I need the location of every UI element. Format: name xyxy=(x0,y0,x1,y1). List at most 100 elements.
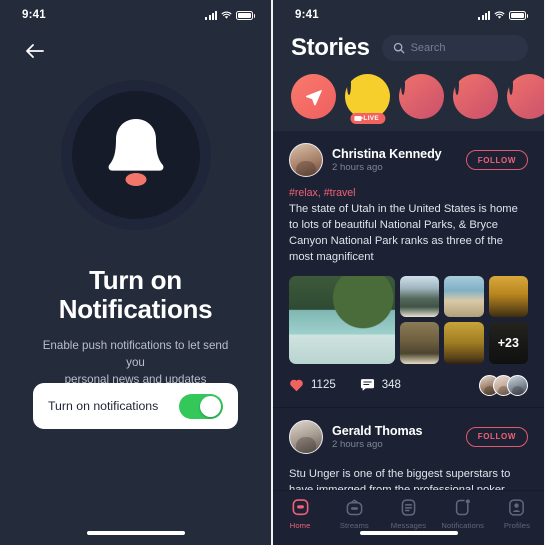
bell-inner-circle xyxy=(71,91,200,219)
gallery-image-thumb[interactable] xyxy=(400,275,440,318)
search-icon xyxy=(393,42,405,54)
story-ring xyxy=(453,74,498,119)
like-action[interactable]: 1125 xyxy=(289,378,336,392)
nav-item-messages[interactable]: Messages xyxy=(381,498,435,530)
home-indicator xyxy=(86,531,185,535)
post-hashtags[interactable]: #relax, #travel xyxy=(289,187,528,199)
post-author-name: Christina Kennedy xyxy=(332,147,442,161)
post-header: Gerald Thomas 2 hours ago FOLLOW xyxy=(289,419,528,454)
message-document-icon xyxy=(401,499,416,516)
arrow-left-icon xyxy=(26,44,44,58)
toggle-knob xyxy=(200,395,221,417)
bell-outer-circle xyxy=(60,80,211,230)
avatar[interactable] xyxy=(289,143,323,177)
status-time: 9:41 xyxy=(295,9,319,21)
post-timestamp: 2 hours ago xyxy=(332,438,383,450)
post-image-gallery[interactable]: +23 xyxy=(289,275,528,364)
turn-on-notifications-row[interactable]: Turn on notifications xyxy=(33,383,238,429)
status-time: 9:41 xyxy=(22,9,46,21)
story-live-user[interactable]: LIVE xyxy=(345,74,390,124)
gallery-image-more[interactable]: +23 xyxy=(488,322,528,364)
subtitle-line-1: Enable push notifications to let send yo… xyxy=(42,339,229,370)
follow-button[interactable]: FOLLOW xyxy=(465,426,528,447)
bell-icon xyxy=(108,119,163,186)
phone-screen-stories-feed: 9:41 Stories Search LIVE Christina Kenne… xyxy=(273,0,544,545)
nav-label-notifications: Notifications xyxy=(441,521,485,530)
story-ring xyxy=(507,74,544,119)
headline-line-1: Turn on xyxy=(89,265,182,295)
person-square-icon xyxy=(509,499,525,516)
gallery-image-main[interactable] xyxy=(289,275,395,364)
back-button[interactable] xyxy=(22,38,48,64)
bell-illustration xyxy=(0,80,271,230)
bell-outline-icon xyxy=(456,499,471,516)
page-title: Turn on Notifications xyxy=(0,265,271,325)
live-badge-label: LIVE xyxy=(363,115,380,122)
video-camera-icon xyxy=(353,116,364,121)
nav-item-profiles[interactable]: Profiles xyxy=(490,498,544,530)
avatar xyxy=(347,74,351,95)
nav-label-profiles: Profiles xyxy=(503,521,530,530)
status-bar: 9:41 xyxy=(0,0,271,30)
comment-action[interactable]: 348 xyxy=(360,378,401,392)
avatar xyxy=(507,374,528,396)
search-placeholder: Search xyxy=(410,42,446,54)
page-subtitle: Enable push notifications to let send yo… xyxy=(0,338,271,388)
post-author-meta: Gerald Thomas 2 hours ago xyxy=(332,424,457,450)
tv-icon xyxy=(346,499,363,516)
gallery-image-thumb[interactable] xyxy=(400,322,440,364)
avatar[interactable] xyxy=(289,419,323,454)
search-input[interactable]: Search xyxy=(381,35,528,61)
story-user-3[interactable] xyxy=(453,74,498,119)
gallery-image-thumb[interactable] xyxy=(444,322,484,364)
live-badge: LIVE xyxy=(349,113,386,124)
paper-plane-icon xyxy=(305,89,322,105)
notifications-toggle-switch[interactable] xyxy=(179,393,223,419)
nav-item-streams[interactable]: Streams xyxy=(327,498,381,530)
status-icons xyxy=(205,10,255,20)
stories-rail[interactable]: LIVE xyxy=(273,62,544,131)
send-story-button[interactable] xyxy=(291,74,336,119)
nav-item-home[interactable]: Home xyxy=(273,498,327,530)
bottom-navigation: Home Streams Messages Notifications Prof… xyxy=(273,490,544,545)
phone-screen-notifications: 9:41 Turn on Notifications Enable push n… xyxy=(0,0,271,545)
wifi-icon xyxy=(221,11,232,19)
comment-bubble-icon xyxy=(360,379,374,391)
cellular-bars-icon xyxy=(478,10,490,20)
home-icon xyxy=(292,499,309,516)
reactors-avatars[interactable] xyxy=(479,374,528,396)
headline-line-2: Notifications xyxy=(58,294,213,325)
nav-item-notifications[interactable]: Notifications xyxy=(436,498,490,530)
like-count: 1125 xyxy=(311,379,336,392)
status-bar: 9:41 xyxy=(273,0,544,30)
dual-phone-mockup: 9:41 Turn on Notifications Enable push n… xyxy=(0,0,545,545)
battery-full-icon xyxy=(509,10,528,20)
story-user-4[interactable] xyxy=(507,74,544,119)
avatar xyxy=(509,74,513,95)
comment-count: 348 xyxy=(381,379,401,392)
status-icons xyxy=(478,10,528,20)
nav-label-home: Home xyxy=(289,521,311,530)
story-user-2[interactable] xyxy=(399,74,444,119)
gallery-image-thumb[interactable] xyxy=(444,275,484,318)
avatar xyxy=(455,74,459,95)
post-timestamp: 2 hours ago xyxy=(332,162,383,173)
post-body-text: The state of Utah in the United States i… xyxy=(289,203,518,263)
nav-label-streams: Streams xyxy=(339,521,369,530)
gallery-image-thumb[interactable] xyxy=(488,275,528,318)
page-title: Stories xyxy=(291,34,370,61)
gallery-overflow-count: +23 xyxy=(488,322,528,364)
gallery-thumbnails: +23 xyxy=(400,275,528,364)
nav-label-messages: Messages xyxy=(390,521,427,530)
post-header: Christina Kennedy 2 hours ago FOLLOW xyxy=(289,143,528,177)
follow-button[interactable]: FOLLOW xyxy=(465,150,528,170)
story-add-new[interactable] xyxy=(291,74,336,119)
battery-full-icon xyxy=(236,10,255,20)
post-actions: 1125 348 xyxy=(289,374,528,396)
post-feed: Christina Kennedy 2 hours ago FOLLOW #re… xyxy=(273,131,544,527)
avatar xyxy=(401,74,405,95)
post-card[interactable]: Christina Kennedy 2 hours ago FOLLOW #re… xyxy=(273,131,544,408)
home-indicator xyxy=(359,531,458,535)
story-ring xyxy=(399,74,444,119)
post-author-meta: Christina Kennedy 2 hours ago xyxy=(332,147,457,173)
